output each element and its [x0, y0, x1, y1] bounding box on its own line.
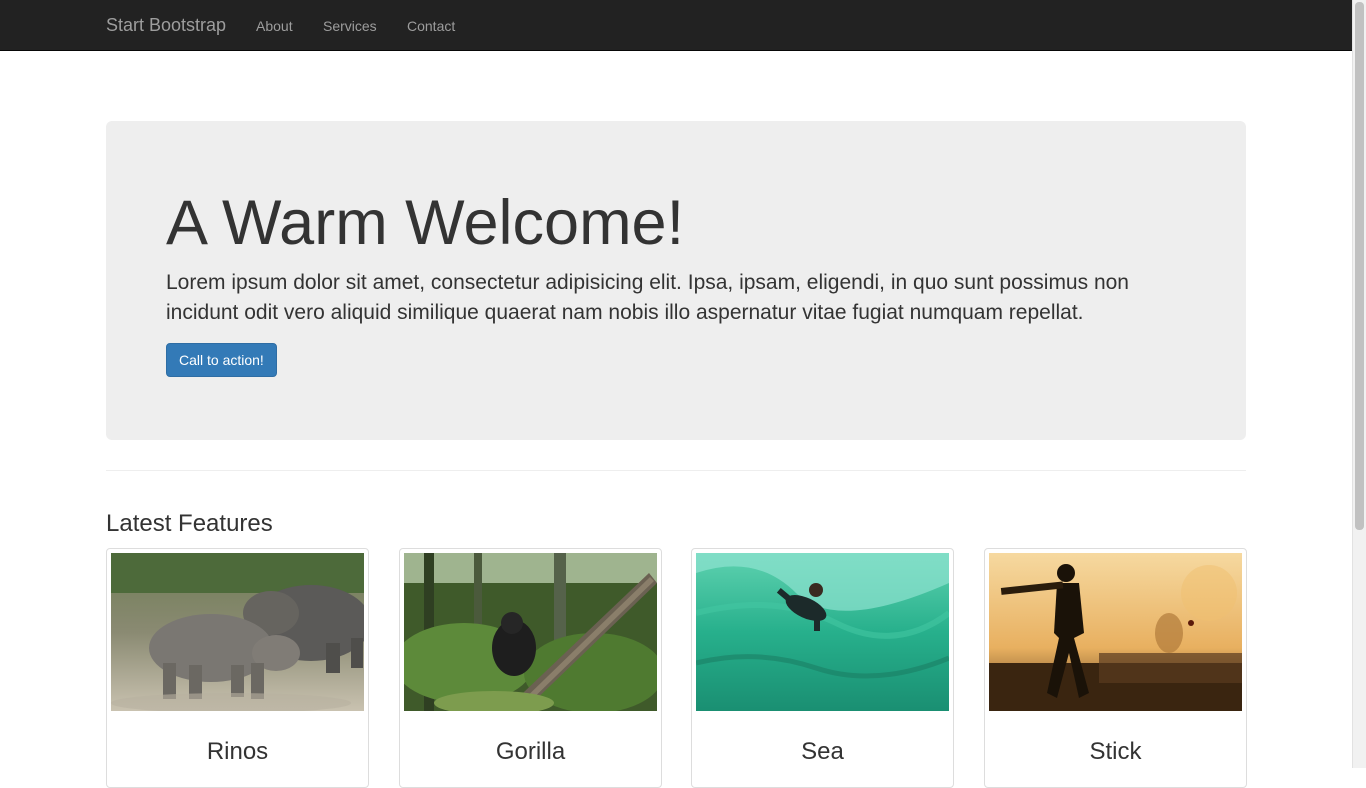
- card-caption-gorilla: Gorilla: [495, 738, 566, 765]
- top-navbar: Start Bootstrap About Services Contact: [0, 0, 1352, 51]
- rhinos-photo: [111, 553, 364, 711]
- gorilla-photo: [404, 553, 657, 711]
- features-heading: Latest Features: [106, 510, 273, 537]
- navbar-brand[interactable]: Start Bootstrap: [106, 15, 226, 35]
- nav-link-about[interactable]: About: [256, 17, 293, 35]
- hero-jumbotron: A Warm Welcome! Lorem ipsum dolor sit am…: [106, 121, 1246, 440]
- card-caption-sea: Sea: [801, 738, 844, 765]
- feature-card-stick[interactable]: Stick: [984, 548, 1247, 788]
- card-caption-rinos: Rinos: [206, 738, 269, 765]
- call-to-action-button[interactable]: Call to action!: [166, 343, 277, 377]
- nav-link-services[interactable]: Services: [323, 17, 377, 35]
- section-divider: [106, 470, 1246, 471]
- hero-title: A Warm Welcome!: [166, 188, 685, 258]
- card-caption-stick: Stick: [1089, 738, 1142, 765]
- nav-link-contact[interactable]: Contact: [407, 17, 455, 35]
- hero-text: Lorem ipsum dolor sit amet, consectetur …: [166, 271, 1129, 324]
- cricket-player-photo: [989, 553, 1242, 711]
- scrollbar-thumb[interactable]: [1355, 2, 1364, 530]
- feature-card-rinos[interactable]: Rinos: [106, 548, 369, 788]
- feature-card-sea[interactable]: Sea: [691, 548, 954, 788]
- page-scrollbar[interactable]: [1352, 0, 1366, 768]
- surfer-photo: [696, 553, 949, 711]
- feature-card-gorilla[interactable]: Gorilla: [399, 548, 662, 788]
